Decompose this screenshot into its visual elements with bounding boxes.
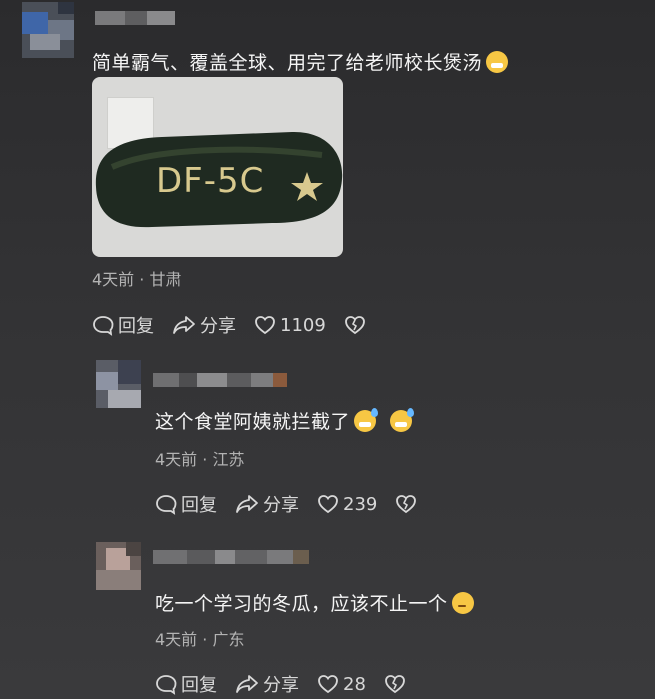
broken-heart-icon [385,675,405,694]
broken-heart-icon [396,495,417,514]
comment-image[interactable]: DF-5C [92,77,343,257]
share-icon [236,675,258,693]
grin-icon [486,51,509,73]
broken-heart-icon [344,316,365,335]
avatar[interactable] [96,542,141,590]
like-count: 1109 [280,314,326,336]
melon-label: DF-5C [156,161,265,201]
reply-label: 回复 [181,495,217,516]
share-label: 分享 [263,675,299,696]
heart-icon [318,495,338,514]
share-button[interactable]: 分享 [172,312,236,338]
avatar[interactable] [22,2,74,58]
reply-label: 回复 [181,675,217,696]
dislike-button[interactable] [395,494,421,514]
sweat-smile-icon [390,408,415,432]
reply-button[interactable]: 回复 [155,491,217,517]
comment-meta: 4天前 · 广东 [155,630,245,649]
comment-text: 简单霸气、覆盖全球、用完了给老师校长煲汤 [92,48,509,75]
reply-icon [156,675,177,695]
username[interactable] [153,373,287,387]
comment-body: 吃一个学习的冬瓜，应该不止一个 [155,593,448,615]
like-button[interactable]: 28 [317,674,366,695]
like-count: 239 [343,493,378,515]
like-count: 28 [343,673,366,695]
heart-icon [318,675,338,694]
dislike-button[interactable] [384,674,410,694]
sweat-smile-icon [354,408,379,432]
comment-actions: 回复 分享 239 [155,491,439,517]
username[interactable] [153,550,309,564]
share-label: 分享 [200,316,236,337]
comment-body: 简单霸气、覆盖全球、用完了给老师校长煲汤 [92,52,483,74]
share-label: 分享 [263,495,299,516]
reply-button[interactable]: 回复 [155,671,217,697]
comment-text: 吃一个学习的冬瓜，应该不止一个 [155,589,474,616]
share-icon [236,495,258,513]
share-button[interactable]: 分享 [235,491,299,517]
heart-icon [255,316,275,335]
comment-text: 这个食堂阿姨就拦截了 [155,407,415,434]
comment-meta: 4天前 · 甘肃 [92,270,182,289]
dislike-button[interactable] [344,315,370,335]
comment-actions: 回复 分享 1109 [92,312,388,338]
avatar[interactable] [96,360,141,408]
comment-body: 这个食堂阿姨就拦截了 [155,411,351,433]
like-button[interactable]: 1109 [254,315,326,336]
comment-actions: 回复 分享 28 [155,671,428,697]
reply-button[interactable]: 回复 [92,312,154,338]
reply-icon [93,316,114,336]
share-icon [173,316,195,334]
username[interactable] [95,11,175,25]
reply-label: 回复 [118,316,154,337]
like-button[interactable]: 239 [317,494,377,515]
comment-meta: 4天前 · 江苏 [155,450,245,469]
thinking-icon [451,592,474,614]
share-button[interactable]: 分享 [235,671,299,697]
reply-icon [156,495,177,515]
